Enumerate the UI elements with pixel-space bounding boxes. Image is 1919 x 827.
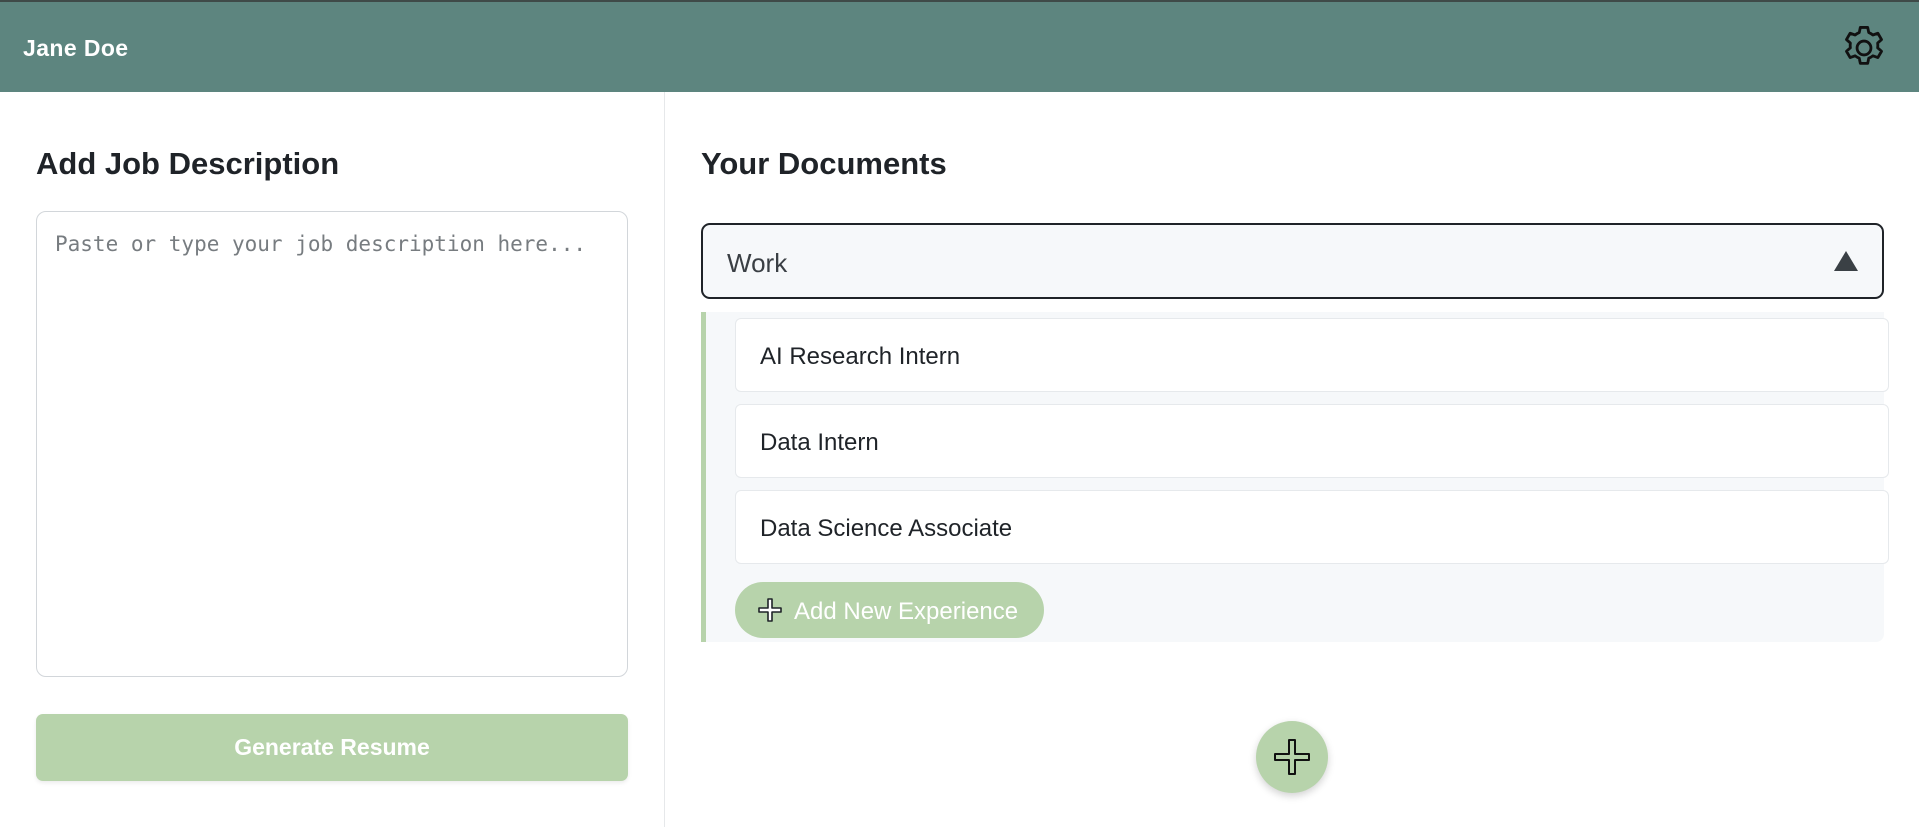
document-item-data-science-associate[interactable]: Data Science Associate <box>735 490 1889 564</box>
document-item-label: AI Research Intern <box>760 343 961 370</box>
add-new-experience-button[interactable]: Add New Experience <box>735 582 1044 638</box>
document-item-ai-research-intern[interactable]: AI Research Intern <box>735 318 1889 392</box>
user-name: Jane Doe <box>23 35 129 61</box>
gear-icon[interactable] <box>1838 22 1890 74</box>
your-documents-title: Your Documents <box>701 146 947 181</box>
caret-up-icon <box>1834 251 1858 271</box>
document-item-label: Data Science Associate <box>760 515 1013 542</box>
add-job-description-title: Add Job Description <box>36 146 340 181</box>
plus-icon <box>758 598 782 622</box>
folder-label: Work <box>727 248 788 278</box>
folder-dropdown-work[interactable]: Work <box>701 223 1884 299</box>
generate-resume-button[interactable]: Generate Resume <box>36 714 628 781</box>
add-document-fab[interactable] <box>1256 721 1328 793</box>
app-header: Jane Doe <box>0 0 1919 92</box>
folder-contents: AI Research Intern Data Intern Data Scie… <box>701 312 1889 642</box>
panel-divider <box>664 92 665 827</box>
add-new-experience-label: Add New Experience <box>794 598 1019 625</box>
document-item-data-intern[interactable]: Data Intern <box>735 404 1889 478</box>
job-description-input[interactable] <box>36 211 628 677</box>
document-item-label: Data Intern <box>760 429 879 456</box>
plus-icon <box>1274 739 1310 775</box>
